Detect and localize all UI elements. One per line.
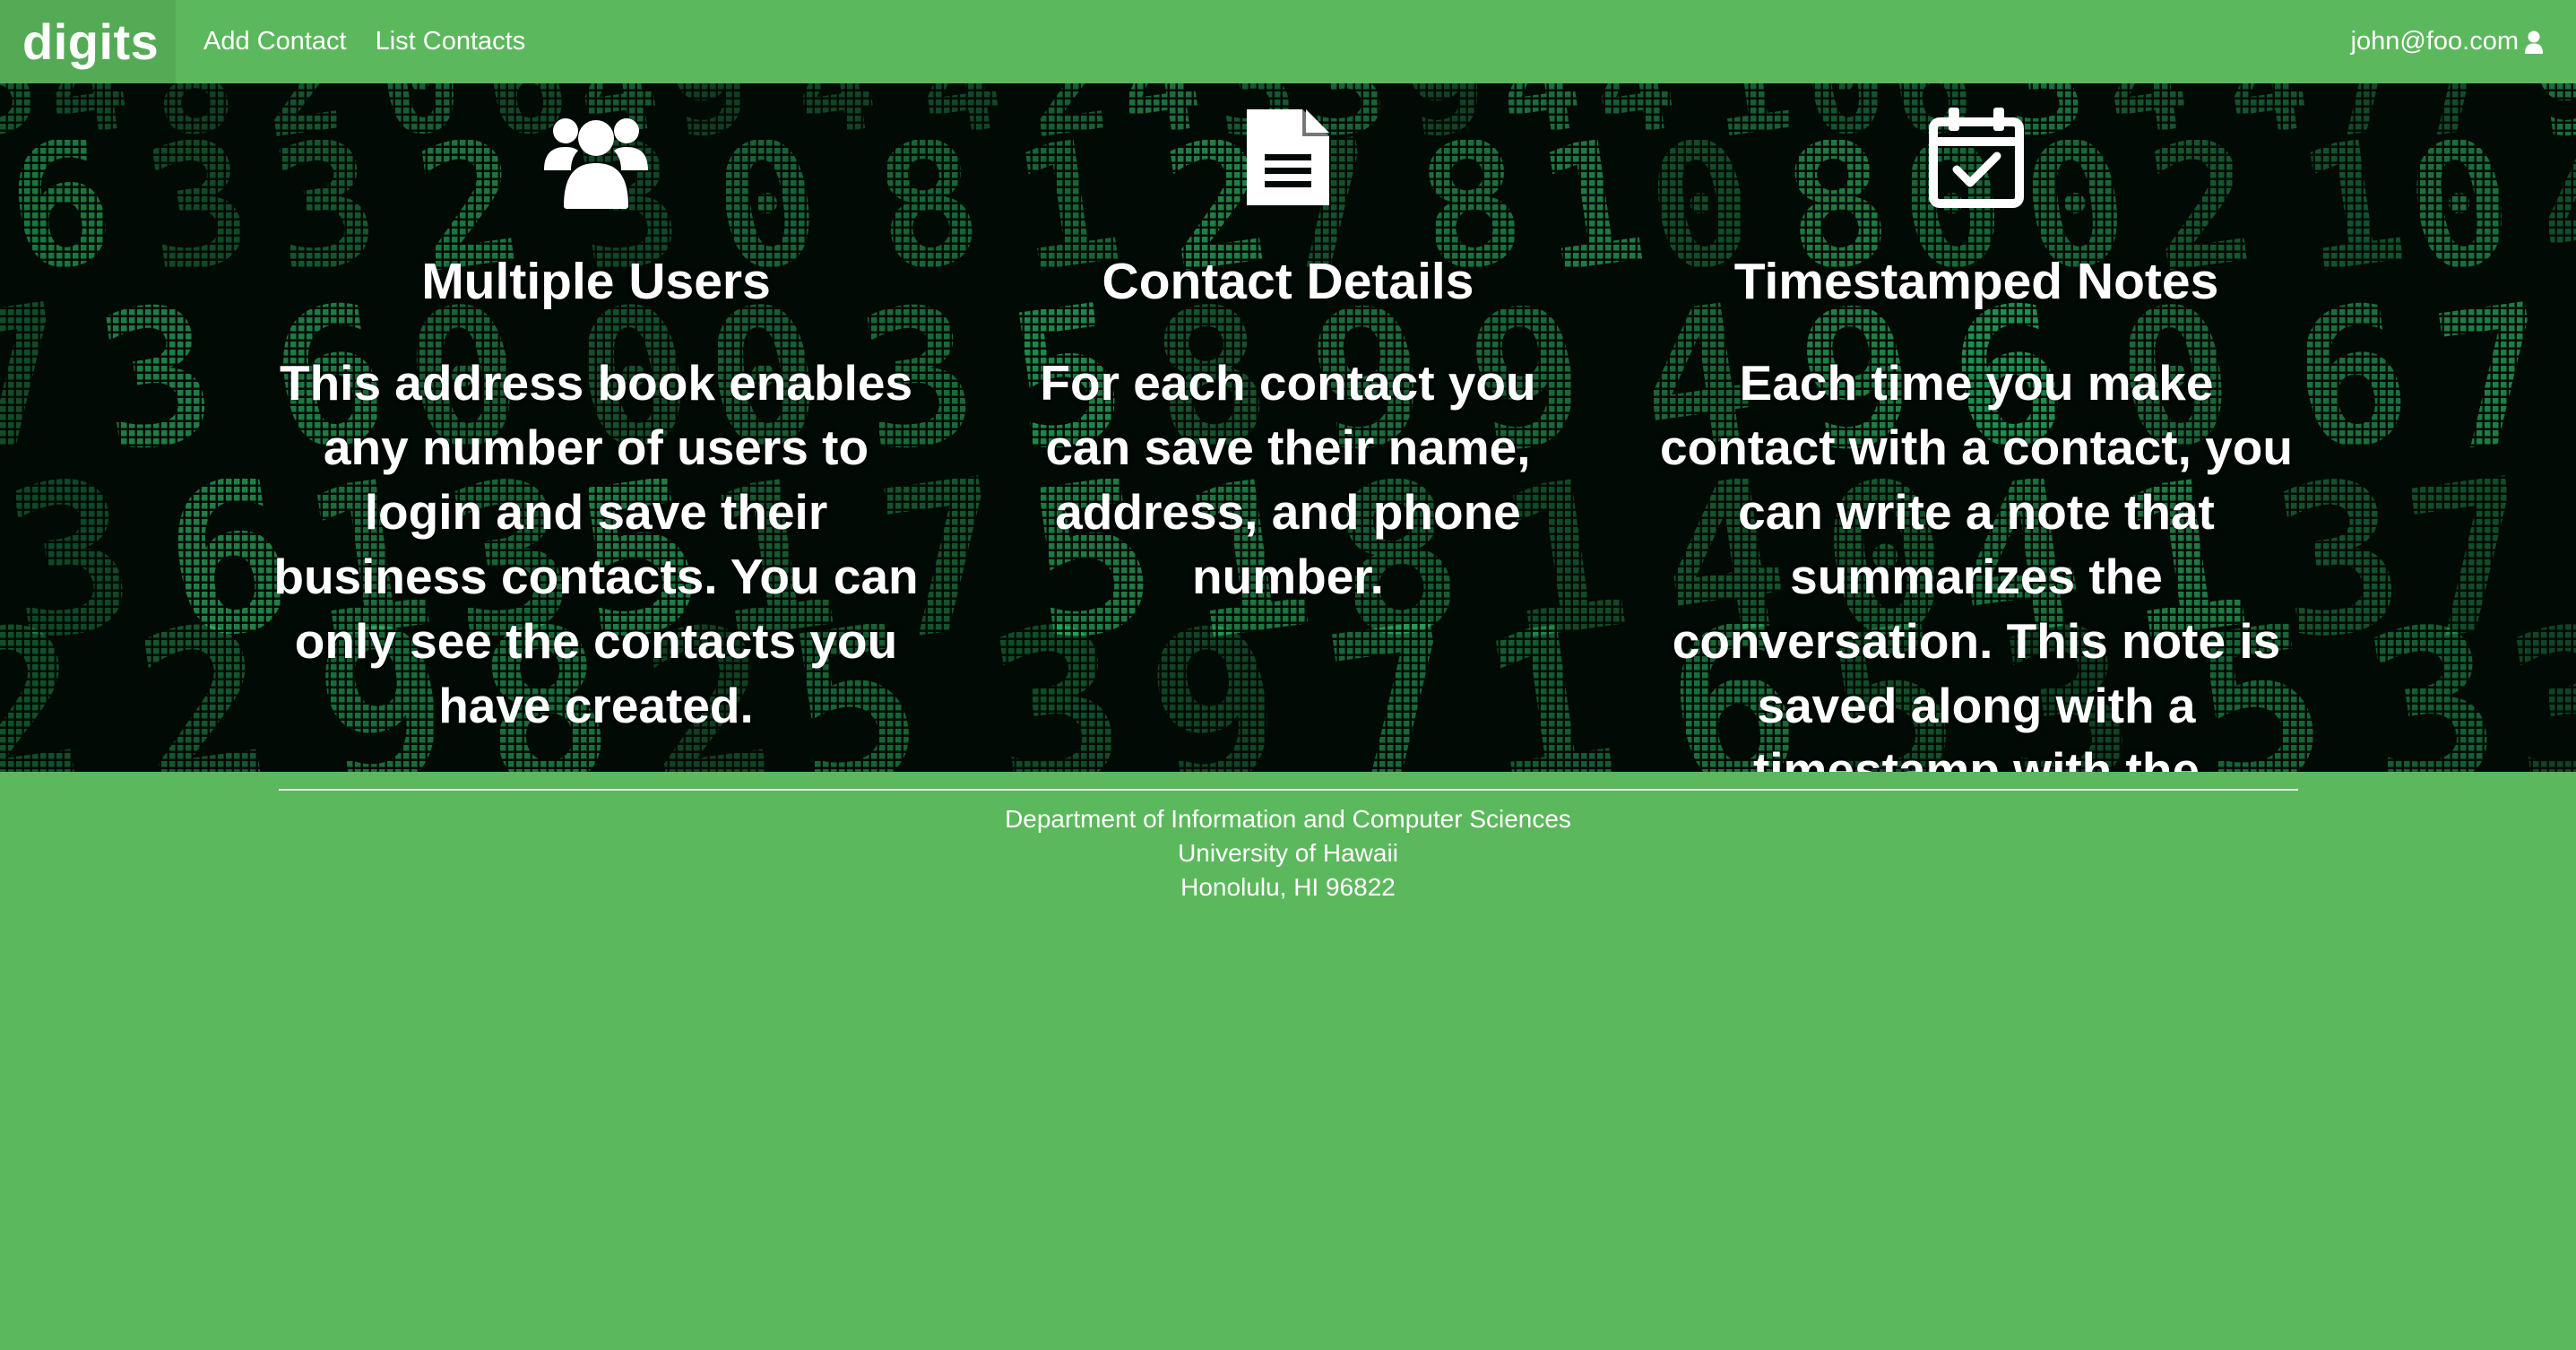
footer: Department of Information and Computer S…: [0, 802, 2576, 904]
document-icon: [1247, 109, 1329, 205]
feature-title: Timestamped Notes: [1733, 253, 2219, 310]
users-icon: [544, 118, 648, 209]
user-menu[interactable]: john@foo.com: [2351, 0, 2544, 83]
footer-department: Department of Information and Computer S…: [1005, 805, 1571, 833]
calendar-check-icon: [1929, 108, 2024, 208]
user-email: john@foo.com: [2350, 27, 2519, 56]
footer-divider: [279, 789, 2298, 791]
nav-add-contact[interactable]: Add Contact: [203, 27, 347, 56]
feature-multiple-users: Multiple Users This address book enables…: [273, 83, 919, 738]
hero-section: 5482064944243394410634477963323081278108…: [0, 83, 2576, 772]
feature-title: Contact Details: [1102, 253, 1474, 310]
footer-address: Honolulu, HI 96822: [1180, 873, 1396, 901]
feature-title: Multiple Users: [421, 253, 771, 310]
brand-logo[interactable]: digits: [0, 0, 176, 83]
feature-description: For each contact you can save their name…: [1040, 355, 1536, 604]
nav-list-contacts[interactable]: List Contacts: [376, 27, 526, 56]
navbar: digits Add Contact List Contacts john@fo…: [0, 0, 2576, 83]
feature-description: Each time you make contact with a contac…: [1660, 355, 2293, 772]
footer-university: University of Hawaii: [1178, 839, 1398, 867]
user-icon: [2524, 30, 2544, 55]
feature-contact-details: Contact Details For each contact you can…: [965, 83, 1611, 609]
feature-timestamped-notes: Timestamped Notes Each time you make con…: [1654, 83, 2299, 772]
feature-description: This address book enables any number of …: [273, 355, 919, 733]
